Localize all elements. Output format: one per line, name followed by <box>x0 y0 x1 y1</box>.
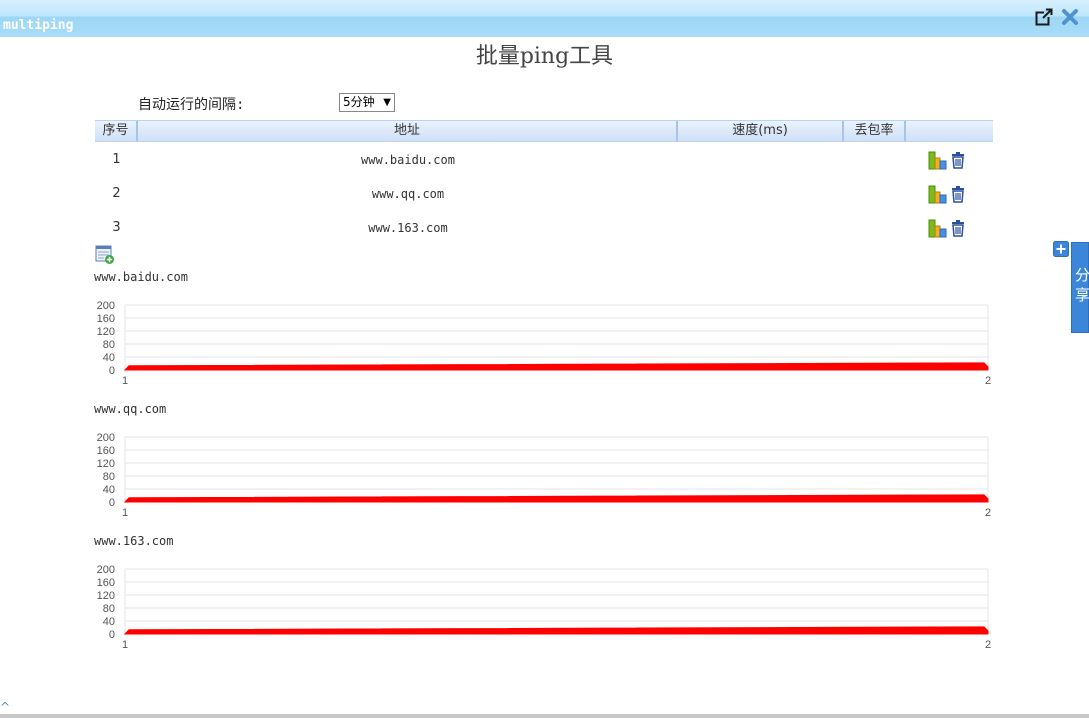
chart-title: www.qq.com <box>94 402 167 416</box>
interval-label: 自动运行的间隔: <box>138 97 245 113</box>
chart-title: www.163.com <box>94 534 174 548</box>
y-tick-label: 40 <box>103 484 115 496</box>
ping-chart: 0 40 80 120 160 200 1 2 <box>88 426 998 519</box>
interval-select[interactable]: 5分钟 ▼ <box>339 93 395 112</box>
table-row: 2 www.qq.com <box>95 177 993 211</box>
share-expand-icon[interactable] <box>1053 241 1069 257</box>
y-tick-label: 0 <box>109 629 115 641</box>
row-address: www.qq.com <box>371 187 445 201</box>
row-loss <box>844 177 906 211</box>
y-tick-label: 160 <box>97 445 115 457</box>
row-address: www.163.com <box>368 221 448 235</box>
ping-chart: 0 40 80 120 160 200 1 2 <box>88 558 998 651</box>
share-label: 分享 <box>1075 266 1089 304</box>
ping-chart-svg: 04080120160200 1 2 <box>97 564 991 651</box>
ping-chart-svg: 04080120160200 1 2 <box>97 300 991 387</box>
row-loss <box>844 143 906 177</box>
row-index: 2 <box>112 186 121 201</box>
x-tick-label: 1 <box>122 639 128 648</box>
y-tick-label: 120 <box>97 458 115 470</box>
y-tick-label: 160 <box>97 577 115 589</box>
row-address: www.baidu.com <box>361 153 455 167</box>
close-icon[interactable] <box>1061 8 1079 26</box>
row-index: 1 <box>112 152 121 167</box>
y-tick-label: 40 <box>103 352 115 364</box>
header-actions <box>906 121 993 141</box>
app-name: multiping <box>3 18 74 33</box>
x-tick-label: 1 <box>122 507 128 516</box>
dropdown-arrow-icon: ▼ <box>383 97 391 108</box>
window-bottom-border <box>0 714 1089 718</box>
row-index: 3 <box>112 220 121 235</box>
bar-chart-icon[interactable] <box>928 218 948 238</box>
y-tick-label: 200 <box>97 564 115 576</box>
share-tab[interactable]: 分享 <box>1071 242 1089 333</box>
y-tick-label: 200 <box>97 432 115 444</box>
x-tick-label: 2 <box>985 639 991 648</box>
y-tick-label: 80 <box>103 471 115 483</box>
row-loss <box>844 211 906 245</box>
header-speed: 速度(ms) <box>678 121 844 141</box>
series-area <box>123 494 989 503</box>
interval-selected-value: 5分钟 <box>343 95 375 109</box>
ping-chart-svg: 04080120160200 1 2 <box>97 432 991 519</box>
add-row-icon[interactable] <box>95 245 115 265</box>
bar-chart-icon[interactable] <box>928 184 948 204</box>
bar-chart-icon[interactable] <box>928 150 948 170</box>
y-tick-label: 0 <box>109 365 115 377</box>
y-tick-label: 80 <box>103 603 115 615</box>
window-titlebar: multiping <box>0 0 1089 37</box>
y-tick-label: 80 <box>103 339 115 351</box>
table-header: 序号 地址 速度(ms) 丢包率 <box>95 120 993 142</box>
y-tick-label: 120 <box>97 590 115 602</box>
table-row: 1 www.baidu.com <box>95 143 993 177</box>
header-loss: 丢包率 <box>844 121 906 141</box>
y-tick-label: 120 <box>97 326 115 338</box>
series-area <box>123 626 989 635</box>
x-tick-label: 1 <box>122 375 128 384</box>
y-tick-label: 200 <box>97 300 115 312</box>
trash-icon[interactable] <box>950 219 966 237</box>
trash-icon[interactable] <box>950 151 966 169</box>
x-tick-label: 2 <box>985 507 991 516</box>
header-index: 序号 <box>95 121 138 141</box>
chart-title: www.baidu.com <box>94 270 188 284</box>
y-tick-label: 160 <box>97 313 115 325</box>
y-tick-label: 40 <box>103 616 115 628</box>
series-area <box>123 362 989 371</box>
x-tick-label: 2 <box>985 375 991 384</box>
table-row: 3 www.163.com <box>95 211 993 245</box>
row-speed <box>678 143 844 177</box>
page-title: 批量ping工具 <box>475 44 614 69</box>
y-tick-label: 0 <box>109 497 115 509</box>
external-window-icon[interactable] <box>1035 8 1053 26</box>
trash-icon[interactable] <box>950 185 966 203</box>
row-speed <box>678 211 844 245</box>
scroll-top-icon[interactable]: ^ <box>0 700 10 714</box>
row-speed <box>678 177 844 211</box>
ping-chart: 0 40 80 120 160 200 1 2 <box>88 294 998 387</box>
header-address: 地址 <box>138 121 678 141</box>
